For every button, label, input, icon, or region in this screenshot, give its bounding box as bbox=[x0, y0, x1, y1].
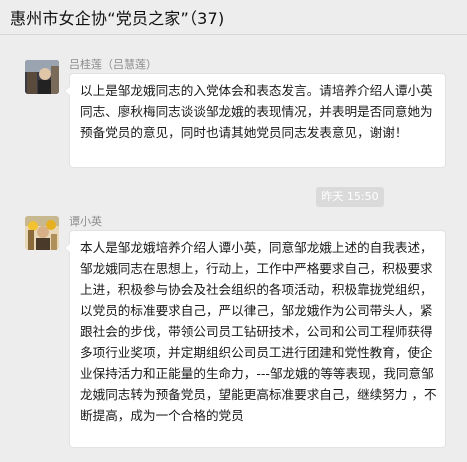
sender-name: 谭小英 bbox=[69, 215, 102, 228]
chat-header: 惠州市女企协“党员之家”（37) bbox=[0, 0, 467, 35]
timestamp: 昨天 15:50 bbox=[316, 187, 384, 207]
sender-name: 吕桂莲（吕慧莲） bbox=[69, 58, 157, 71]
chat-title: 惠州市女企协“党员之家”（37) bbox=[10, 9, 225, 28]
photo-avatar-icon bbox=[25, 60, 59, 94]
avatar[interactable] bbox=[25, 216, 59, 250]
message-bubble[interactable]: 以上是邹龙娥同志的入党体会和表态发言。请培养介绍人谭小英同志、廖秋梅同志谈谈邹龙… bbox=[64, 73, 446, 168]
message-text: 以上是邹龙娥同志的入党体会和表态发言。请培养介绍人谭小英同志、廖秋梅同志谈谈邹龙… bbox=[80, 83, 433, 140]
photo-avatar-icon bbox=[25, 216, 59, 250]
message-bubble[interactable]: 本人是邹龙娥培养介绍人谭小英，同意邹龙娥上述的自我表述，邹龙娥同志在思想上，行动… bbox=[64, 230, 446, 448]
message-text: 本人是邹龙娥培养介绍人谭小英，同意邹龙娥上述的自我表述，邹龙娥同志在思想上，行动… bbox=[80, 240, 437, 423]
avatar[interactable] bbox=[25, 60, 59, 94]
